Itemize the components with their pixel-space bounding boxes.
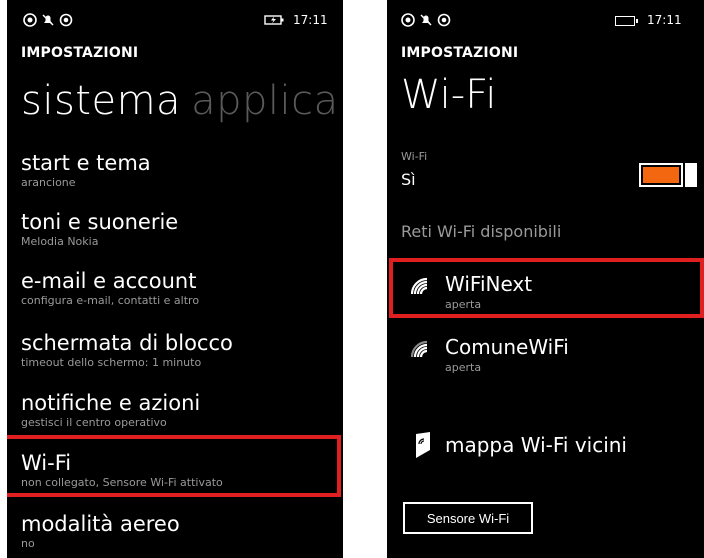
item-subtitle: timeout dello schermo: 1 minuto: [21, 356, 202, 369]
wifi-map-icon: [416, 432, 430, 458]
wifinext-highlight-box: [389, 258, 704, 318]
available-networks-heading: Reti Wi-Fi disponibili: [401, 222, 562, 241]
pivot-header: sistema applica: [21, 78, 339, 124]
wifi-signal-icon: [410, 340, 428, 358]
settings-item-notifications[interactable]: notifiche e azioni gestisci il centro op…: [21, 390, 343, 430]
item-subtitle: Melodia Nokia: [21, 235, 99, 248]
location-icon: [437, 13, 451, 27]
wifi-sense-button[interactable]: Sensore Wi-Fi: [403, 502, 533, 534]
settings-item-start-theme[interactable]: start e tema arancione: [21, 150, 343, 190]
notification-off-icon: [420, 14, 432, 26]
item-title: toni e suonerie: [21, 210, 179, 234]
charging-battery-icon: [264, 15, 284, 25]
network-name: ComuneWiFi: [445, 335, 569, 359]
item-subtitle: no: [21, 537, 35, 550]
status-time: 17:11: [647, 13, 682, 27]
item-subtitle: gestisci il centro operativo: [21, 416, 167, 429]
location-icon: [59, 13, 73, 27]
battery-icon: [615, 16, 638, 26]
wifi-toggle-label: Wi-Fi: [401, 150, 428, 163]
pivot-tab-applicazioni[interactable]: applica: [191, 78, 339, 124]
wifi-settings-screen: 17:11 IMPOSTAZIONI Wi-Fi Wi-Fi Sì Reti W…: [387, 0, 704, 558]
settings-system-screen: 17:11 IMPOSTAZIONI sistema applica start …: [7, 0, 343, 558]
item-title: modalità aereo: [21, 512, 180, 536]
app-title: IMPOSTAZIONI: [401, 45, 519, 61]
item-subtitle: arancione: [21, 176, 76, 189]
wifi-highlight-box: [7, 435, 341, 497]
item-title: notifiche e azioni: [21, 391, 201, 415]
wifi-toggle-state: Sì: [401, 170, 416, 189]
pivot-tab-sistema[interactable]: sistema: [21, 78, 181, 124]
status-time: 17:11: [293, 13, 328, 27]
toggle-thumb: [685, 163, 697, 187]
status-bar: 17:11: [387, 10, 704, 32]
signal-icon: [23, 13, 37, 27]
item-title: e-mail e account: [21, 269, 197, 293]
settings-item-email-accounts[interactable]: e-mail e account configura e-mail, conta…: [21, 268, 343, 308]
item-title: start e tema: [21, 151, 151, 175]
settings-item-airplane-mode[interactable]: modalità aereo no: [21, 511, 343, 551]
item-title: schermata di blocco: [21, 331, 233, 355]
notification-off-icon: [42, 14, 54, 26]
wifi-toggle-switch[interactable]: [639, 163, 697, 187]
network-status: aperta: [445, 361, 482, 374]
status-bar: 17:11: [7, 10, 343, 32]
wifi-map-label: mappa Wi-Fi vicini: [445, 433, 627, 457]
toggle-fill: [643, 167, 679, 183]
page-title: Wi-Fi: [401, 72, 497, 118]
app-title: IMPOSTAZIONI: [21, 45, 139, 61]
item-subtitle: configura e-mail, contatti e altro: [21, 294, 200, 307]
wifi-map-link[interactable]: mappa Wi-Fi vicini: [401, 430, 704, 464]
settings-item-ringtones[interactable]: toni e suonerie Melodia Nokia: [21, 209, 343, 249]
network-item-comunewifi[interactable]: ComuneWiFi aperta: [401, 335, 704, 379]
signal-icon: [401, 13, 415, 27]
settings-item-lock-screen[interactable]: schermata di blocco timeout dello scherm…: [21, 330, 343, 370]
